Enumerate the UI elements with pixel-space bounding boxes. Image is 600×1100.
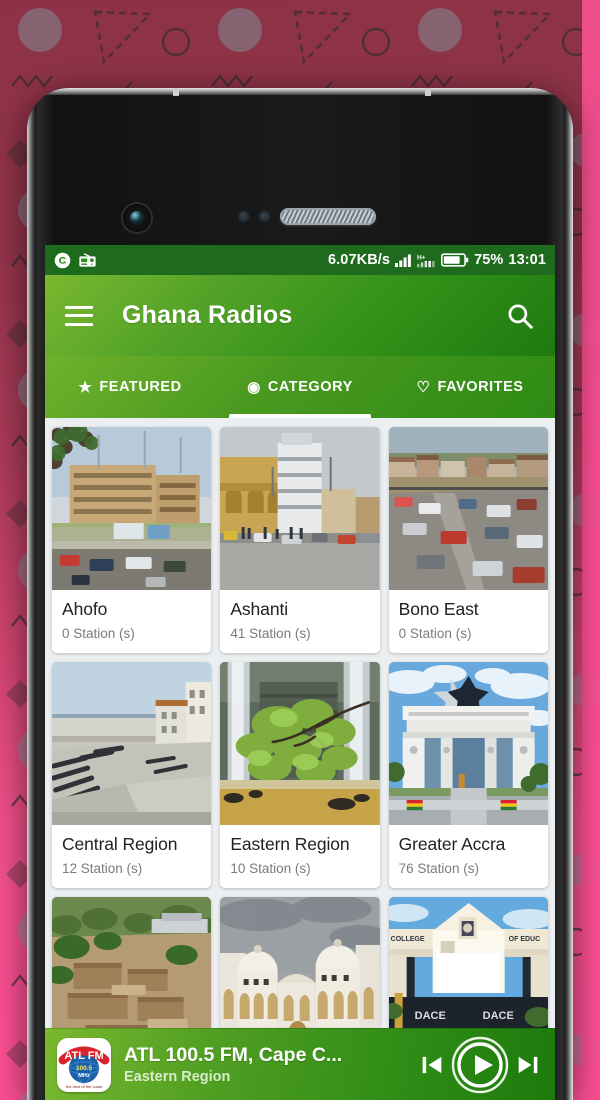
category-title: Bono East — [398, 599, 479, 619]
page-title: Ghana Radios — [122, 301, 293, 329]
search-icon[interactable] — [505, 301, 535, 331]
app-circle-icon — [54, 252, 71, 268]
svg-text:MHz: MHz — [78, 1073, 90, 1079]
now-playing-text: ATL 100.5 FM, Cape C... Eastern Region — [124, 1044, 417, 1085]
category-title: Ashanti — [230, 599, 288, 619]
phone-left-rail — [27, 88, 36, 1100]
status-bar-notifications — [54, 252, 97, 269]
category-title: Greater Accra — [398, 834, 506, 854]
category-title: Eastern Region — [230, 834, 350, 854]
clock: 13:01 — [508, 252, 546, 268]
category-station-count: 76 Station (s) — [398, 861, 479, 876]
category-grid[interactable]: Ahofo 0 Station (s) Ashanti 41 Station (… — [45, 418, 555, 1100]
play-icon[interactable] — [451, 1036, 509, 1094]
now-playing-title: ATL 100.5 FM, Cape C... — [124, 1044, 343, 1066]
hamburger-menu-icon[interactable] — [65, 305, 93, 326]
tab-category-label: CATEGORY — [267, 379, 353, 395]
tab-favorites[interactable]: ♡ FAVORITES — [385, 356, 555, 418]
network-type-hplus-icon: H+ — [417, 254, 435, 267]
svg-text:the best of the coast: the best of the coast — [66, 1084, 103, 1089]
phone-device: 6.07KB/s H+ 75% 13:01 Ghana Radios ★ FEA… — [27, 88, 573, 1100]
app-bar: Ghana Radios — [45, 275, 555, 356]
front-camera-icon — [123, 204, 151, 232]
network-speed: 6.07KB/s — [328, 252, 391, 268]
phone-screen: 6.07KB/s H+ 75% 13:01 Ghana Radios ★ FEA… — [45, 245, 555, 1100]
phone-right-rail — [564, 88, 573, 1100]
category-station-count: 41 Station (s) — [230, 626, 311, 641]
wallpaper-pink-stripe — [582, 0, 600, 1100]
antenna-band — [425, 88, 431, 96]
svg-text:OF EDUC: OF EDUC — [508, 936, 540, 943]
category-image-independence-arch — [388, 662, 548, 825]
category-station-count: 12 Station (s) — [62, 861, 143, 876]
category-station-count: 0 Station (s) — [398, 626, 472, 641]
battery-icon — [441, 253, 469, 267]
category-image-cape-coast-castle-cannons — [52, 662, 212, 825]
svg-text:ATL FM: ATL FM — [64, 1050, 103, 1062]
phone-top-rail — [27, 88, 573, 95]
svg-text:DACE: DACE — [482, 1010, 513, 1022]
tab-featured-label: FEATURED — [99, 379, 182, 395]
radio-icon — [79, 252, 96, 267]
category-card-greater-accra[interactable]: Greater Accra 76 Station (s) — [388, 662, 548, 888]
proximity-sensor-icon — [237, 210, 251, 224]
category-station-count: 10 Station (s) — [230, 861, 311, 876]
antenna-band — [173, 88, 179, 96]
now-playing-subtitle: Eastern Region — [124, 1069, 231, 1085]
category-card-ahofo[interactable]: Ahofo 0 Station (s) — [52, 427, 212, 653]
category-card-ashanti[interactable]: Ashanti 41 Station (s) — [220, 427, 380, 653]
svg-text:DACE: DACE — [414, 1010, 445, 1022]
status-bar-indicators: 6.07KB/s H+ 75% 13:01 — [328, 252, 546, 268]
signal-bars-icon — [395, 254, 411, 267]
target-circle-icon: ◉ — [247, 378, 261, 396]
category-card-central-region[interactable]: Central Region 12 Station (s) — [52, 662, 212, 888]
category-title: Ahofo — [62, 599, 108, 619]
heart-outline-icon: ♡ — [416, 378, 431, 396]
tab-featured[interactable]: ★ FEATURED — [45, 356, 215, 418]
category-card-eastern-region[interactable]: Eastern Region 10 Station (s) — [220, 662, 380, 888]
light-sensor-icon — [258, 210, 272, 224]
svg-text:COLLEGE: COLLEGE — [390, 936, 424, 943]
earpiece-speaker — [280, 208, 376, 225]
tab-category[interactable]: ◉ CATEGORY — [215, 356, 385, 418]
category-image-city-street-buildings — [52, 427, 212, 590]
now-playing-bar[interactable]: ATL FM 100.5 MHz the best of the coast A… — [45, 1028, 555, 1100]
skip-previous-icon[interactable] — [417, 1048, 447, 1082]
battery-percent: 75% — [474, 252, 504, 268]
category-image-boti-falls-waterfall — [220, 662, 380, 825]
skip-next-icon[interactable] — [513, 1048, 543, 1082]
status-bar: 6.07KB/s H+ 75% 13:01 — [45, 245, 555, 275]
svg-text:100.5: 100.5 — [76, 1065, 92, 1072]
station-logo: ATL FM 100.5 MHz the best of the coast — [57, 1037, 111, 1092]
svg-text:H+: H+ — [417, 254, 426, 261]
category-station-count: 0 Station (s) — [62, 626, 135, 641]
tab-bar: ★ FEATURED ◉ CATEGORY ♡ FAVORITES — [45, 356, 555, 418]
star-icon: ★ — [78, 378, 93, 396]
category-title: Central Region — [62, 834, 178, 854]
category-image-busy-road-town — [388, 427, 548, 590]
tab-favorites-label: FAVORITES — [437, 379, 524, 395]
category-card-bono-east[interactable]: Bono East 0 Station (s) — [388, 427, 548, 653]
category-image-kumasi-street-scene — [220, 427, 380, 590]
